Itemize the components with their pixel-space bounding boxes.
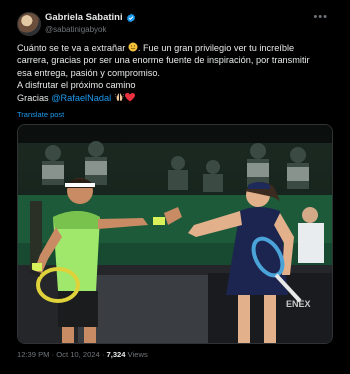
mention-link[interactable]: @RafaelNadal	[51, 93, 111, 103]
post-line-4: A disfrutar el próximo camino	[17, 80, 136, 91]
verified-badge-icon	[126, 13, 135, 22]
post-card: Gabriela Sabatini @sabatinigabyok ••• Cu…	[0, 0, 350, 374]
avatar[interactable]	[17, 12, 41, 36]
author-name[interactable]: Gabriela Sabatini	[45, 12, 123, 23]
post-line-3: esa entrega, pasión y compromiso.	[17, 67, 160, 78]
post-meta: 12:39 PM · Oct 10, 2024 · 7,324 Views	[17, 350, 148, 359]
more-options-icon[interactable]: •••	[313, 11, 328, 23]
author-name-row: Gabriela Sabatini	[45, 12, 136, 23]
post-text: Cuánto se te va a extrañar . Fue un gran…	[17, 42, 335, 104]
translate-post-link[interactable]: Translate post	[17, 110, 64, 119]
post-date[interactable]: Oct 10, 2024	[56, 350, 99, 359]
post-line-1-cont: . Fue un gran privilegio ver tu increíbl…	[137, 43, 295, 53]
post-line-2: carrera, gracias por ser una enorme fuen…	[17, 55, 310, 66]
author-handle[interactable]: @sabatinigabyok	[45, 25, 107, 34]
smile-emoji-icon	[128, 42, 138, 52]
post-line-1: Cuánto se te va a extrañar	[17, 43, 126, 53]
praying-hands-emoji-icon	[114, 92, 124, 101]
post-line-5-prefix: Gracias	[17, 92, 49, 103]
post-time[interactable]: 12:39 PM	[17, 350, 50, 359]
meta-separator-2: ·	[99, 350, 107, 359]
tennis-players-photo: ENEX	[18, 125, 332, 343]
views-count: 7,324	[106, 350, 126, 359]
heart-emoji-icon	[124, 92, 135, 102]
post-photo[interactable]: ENEX	[17, 124, 333, 344]
views-label: Views	[127, 350, 148, 359]
